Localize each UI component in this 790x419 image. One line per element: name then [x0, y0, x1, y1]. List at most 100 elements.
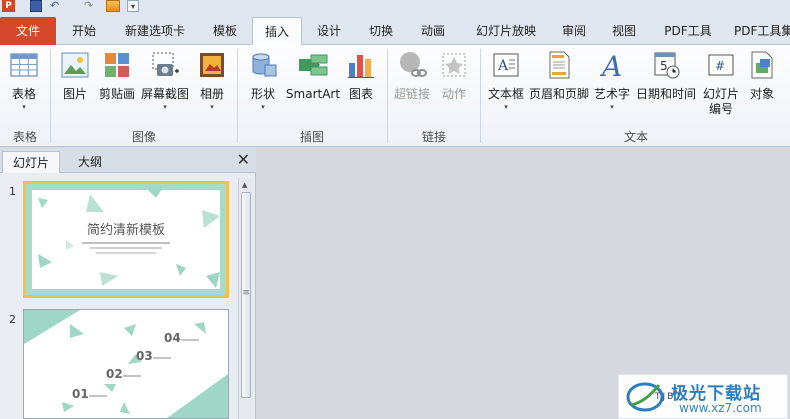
- tab-outline[interactable]: 大纲: [62, 151, 118, 173]
- slide-2-label-04: 04: [164, 331, 181, 345]
- shapes-icon: [252, 53, 277, 77]
- slide-1-title: 简约清新模板: [87, 222, 165, 238]
- panel-tabs: 幻灯片 大纲 ✕: [0, 148, 256, 173]
- start-slideshow-icon[interactable]: [106, 0, 120, 12]
- tab-view[interactable]: 视图: [604, 17, 644, 45]
- photo-album-button[interactable]: 相册 ▾: [194, 49, 230, 112]
- svg-text:5: 5: [660, 59, 668, 73]
- object-icon: [751, 51, 773, 79]
- slide-number-label-line2: 编号: [708, 102, 733, 116]
- undo-icon[interactable]: ↶: [50, 0, 64, 12]
- action-label: 动作: [441, 87, 466, 101]
- tab-pdf-tools[interactable]: PDF工具: [658, 17, 718, 45]
- chevron-down-icon: ▾: [504, 103, 508, 111]
- tab-slideshow[interactable]: 幻灯片放映: [466, 17, 546, 45]
- tab-transitions[interactable]: 切换: [358, 17, 404, 45]
- tab-pdf-toolset[interactable]: PDF工具集: [734, 17, 790, 45]
- picture-label: 图片: [62, 87, 87, 101]
- group-label-table: 表格: [12, 130, 37, 144]
- panel-scrollbar[interactable]: ▲ ≡: [238, 178, 253, 419]
- photo-album-icon: [200, 53, 224, 77]
- shapes-label: 形状: [250, 87, 275, 101]
- clipart-button[interactable]: 剪贴画: [96, 49, 138, 102]
- slide-thumbnail-2[interactable]: 04 03 02 01: [23, 309, 229, 419]
- save-icon[interactable]: [30, 0, 42, 12]
- screenshot-icon: [152, 52, 179, 76]
- group-label-text: 文本: [623, 130, 648, 144]
- photo-album-label: 相册: [199, 87, 224, 101]
- slide-2-label-02: 02: [106, 367, 123, 381]
- textbox-label: 文本框: [487, 87, 524, 101]
- chevron-down-icon: ▾: [22, 103, 26, 111]
- customize-toolbar-icon[interactable]: ▾: [127, 0, 139, 12]
- slide-2-label-01: 01: [72, 387, 89, 401]
- quick-access-toolbar: P ↶ ↷ ▾: [0, 0, 790, 14]
- watermark: TJBT 极光下载站 www.xz7.com: [618, 374, 788, 419]
- clipart-icon: [105, 53, 129, 77]
- object-button[interactable]: 对象: [746, 49, 778, 102]
- chart-icon: [348, 55, 374, 78]
- textbox-button[interactable]: A 文本框 ▾: [486, 49, 526, 112]
- group-divider: [50, 49, 51, 143]
- wordart-button[interactable]: A 艺术字 ▾: [592, 49, 632, 112]
- tab-animations[interactable]: 动画: [410, 17, 456, 45]
- object-label: 对象: [749, 87, 774, 101]
- calendar-clock-icon: 5: [654, 52, 680, 79]
- tab-insert[interactable]: 插入: [252, 17, 302, 45]
- chevron-down-icon: ▾: [163, 103, 167, 111]
- svg-text:A: A: [599, 50, 622, 81]
- tab-new-tab[interactable]: 新建选项卡: [114, 17, 196, 45]
- header-footer-button[interactable]: 页眉和页脚: [528, 49, 590, 102]
- ribbon-insert: 表格 ▾ 表格 图片 剪贴画 屏幕截图 ▾ 相册 ▾ 图像 形状 ▾ Smart…: [0, 45, 790, 147]
- wordart-label: 艺术字: [593, 87, 630, 101]
- grip-icon: ≡: [242, 288, 250, 298]
- smartart-icon: [299, 54, 328, 76]
- slide-number: 2: [9, 313, 16, 326]
- group-label-links: 链接: [421, 130, 446, 144]
- tab-slides[interactable]: 幻灯片: [2, 151, 60, 173]
- slide-2-preview: 04 03 02 01: [24, 310, 228, 418]
- hyperlink-button[interactable]: 超链接: [392, 49, 432, 102]
- header-footer-icon: [549, 51, 570, 79]
- slide-thumbnail-1[interactable]: 简约清新模板: [23, 181, 229, 298]
- slide-number-label-line1: 幻灯片: [702, 87, 739, 101]
- hyperlink-icon: [400, 52, 428, 77]
- wordart-icon: A: [599, 50, 622, 81]
- ribbon-tabs: 文件 开始 新建选项卡 模板 插入 设计 切换 动画 幻灯片放映 审阅 视图 P…: [0, 14, 790, 45]
- tab-design[interactable]: 设计: [306, 17, 352, 45]
- slide-2-label-03: 03: [136, 349, 153, 363]
- scroll-up-icon[interactable]: ▲: [242, 181, 247, 189]
- date-time-button[interactable]: 5 日期和时间: [634, 49, 698, 102]
- picture-button[interactable]: 图片: [57, 49, 93, 102]
- action-button[interactable]: 动作: [438, 49, 470, 102]
- action-icon: [442, 53, 466, 77]
- svg-text:#: #: [715, 59, 725, 73]
- chart-label: 图表: [348, 87, 373, 101]
- tab-home[interactable]: 开始: [60, 17, 108, 45]
- shapes-button[interactable]: 形状 ▾: [245, 49, 281, 112]
- screenshot-button[interactable]: 屏幕截图 ▾: [140, 49, 190, 112]
- picture-icon: [61, 52, 89, 78]
- group-divider: [480, 49, 481, 143]
- smartart-label: SmartArt: [285, 87, 341, 101]
- slide-number-icon: #: [708, 54, 734, 76]
- powerpoint-logo-icon: P: [2, 0, 15, 12]
- hyperlink-label: 超链接: [393, 87, 430, 101]
- tab-file[interactable]: 文件: [0, 17, 56, 45]
- group-label-images: 图像: [131, 130, 156, 144]
- date-time-label: 日期和时间: [635, 87, 696, 101]
- smartart-button[interactable]: SmartArt: [285, 49, 341, 102]
- header-footer-label: 页眉和页脚: [528, 87, 589, 101]
- scrollbar-thumb[interactable]: ≡: [241, 192, 251, 398]
- tab-review[interactable]: 审阅: [554, 17, 594, 45]
- table-label: 表格: [11, 87, 36, 101]
- svg-text:A: A: [497, 58, 509, 74]
- close-icon[interactable]: ✕: [237, 150, 250, 170]
- table-button[interactable]: 表格 ▾: [4, 49, 44, 112]
- tab-template[interactable]: 模板: [200, 17, 250, 45]
- redo-icon[interactable]: ↷: [84, 0, 96, 12]
- slide-number-button[interactable]: # 幻灯片 编号: [700, 49, 742, 117]
- slide-1-preview: 简约清新模板: [26, 184, 226, 295]
- chart-button[interactable]: 图表: [345, 49, 377, 102]
- table-icon: [10, 53, 38, 77]
